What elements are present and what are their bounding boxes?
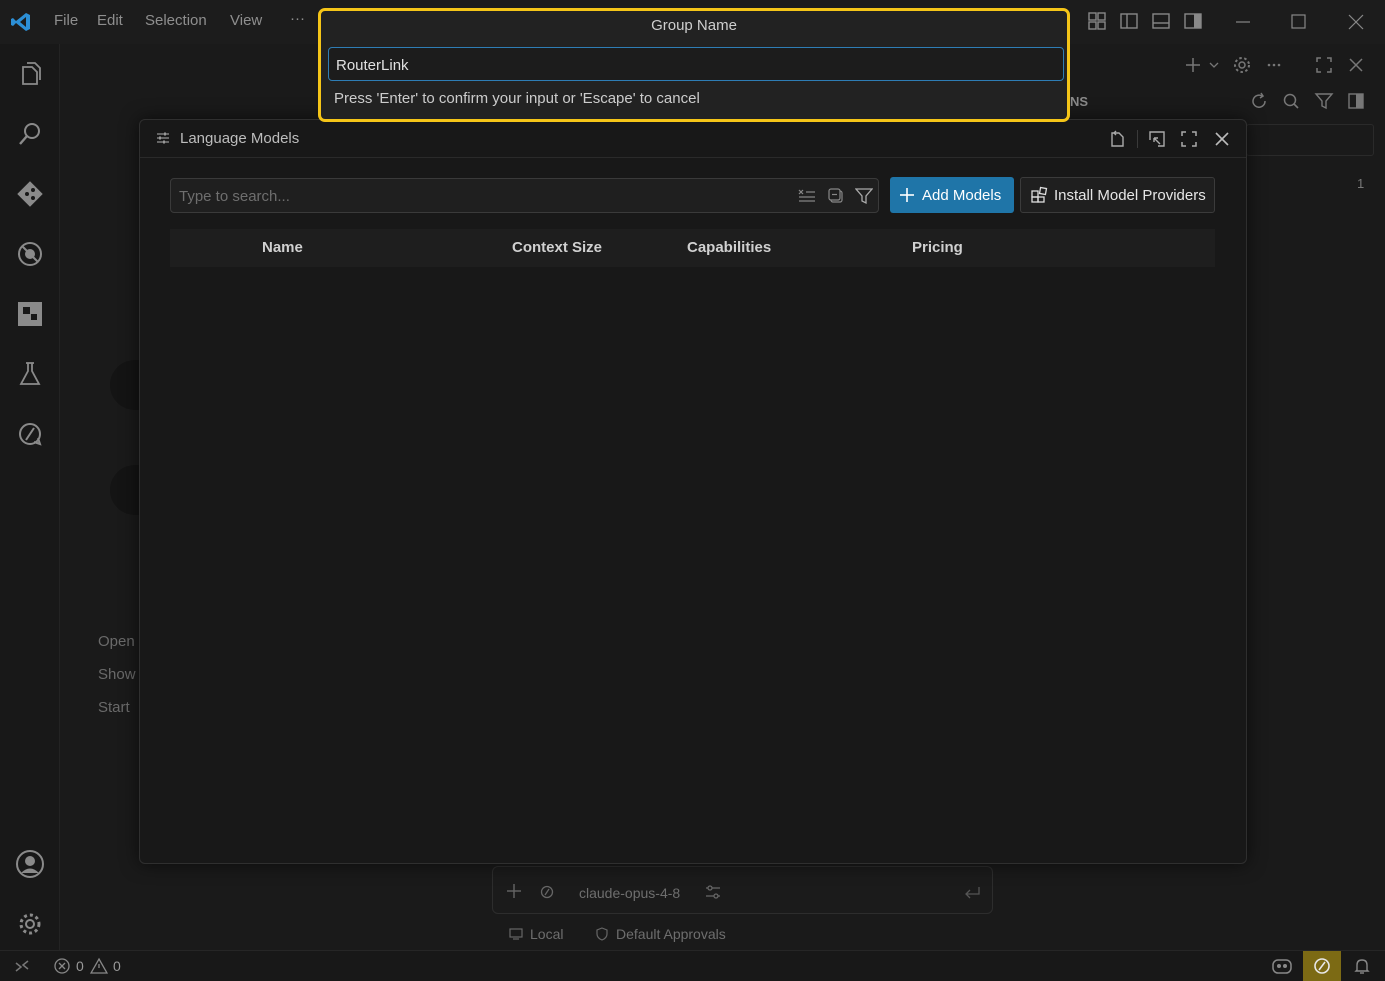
move-to-window-icon[interactable]: [1146, 128, 1168, 150]
column-capabilities[interactable]: Capabilities: [687, 239, 771, 256]
refresh-icon[interactable]: [1248, 90, 1270, 112]
models-table-header: Name Context Size Capabilities Pricing: [170, 229, 1215, 267]
maximize-icon[interactable]: [1289, 12, 1309, 32]
column-context-size[interactable]: Context Size: [512, 239, 602, 256]
toggle-secondary-sidebar-icon[interactable]: [1183, 11, 1203, 31]
toggle-panel-icon[interactable]: [1151, 11, 1171, 31]
panel-input-box[interactable]: [1246, 124, 1374, 156]
customize-layout-icon[interactable]: [1087, 11, 1107, 31]
search-icon[interactable]: [12, 116, 48, 152]
panel-title-fragment: NS: [1070, 94, 1089, 109]
manage-gear-icon[interactable]: [12, 906, 48, 942]
menu-file[interactable]: File: [54, 12, 78, 29]
send-icon[interactable]: [963, 884, 981, 900]
error-icon[interactable]: [53, 957, 71, 975]
copilot-icon[interactable]: [1271, 956, 1293, 976]
open-in-editor-icon[interactable]: [1106, 128, 1128, 150]
collapse-all-icon[interactable]: [825, 185, 847, 207]
menu-more[interactable]: ···: [290, 10, 305, 27]
agent-mode-icon[interactable]: [540, 885, 554, 899]
add-context-icon[interactable]: [506, 883, 522, 899]
account-icon[interactable]: [12, 846, 48, 882]
chat-input-box[interactable]: claude-opus-4-8: [492, 866, 993, 914]
settings-sliders-icon: [155, 130, 171, 146]
close-window-icon[interactable]: [1346, 12, 1366, 32]
menu-edit[interactable]: Edit: [97, 12, 123, 29]
toggle-primary-sidebar-icon[interactable]: [1119, 11, 1139, 31]
extensions-icon[interactable]: [12, 296, 48, 332]
run-debug-icon[interactable]: [12, 236, 48, 272]
vscode-logo-icon: [10, 11, 32, 33]
install-providers-label: Install Model Providers: [1054, 186, 1206, 204]
warning-count[interactable]: 0: [113, 958, 121, 974]
plus-icon: [900, 188, 914, 202]
model-picker-label[interactable]: claude-opus-4-8: [579, 885, 680, 901]
minimize-icon[interactable]: [1233, 12, 1253, 32]
model-search-input[interactable]: [179, 186, 779, 206]
status-bar: 0 0: [0, 950, 1385, 981]
group-name-quick-input: Group Name Press 'Enter' to confirm your…: [318, 8, 1070, 122]
error-count[interactable]: 0: [76, 958, 84, 974]
activity-bar: [0, 44, 60, 950]
menu-selection[interactable]: Selection: [145, 12, 207, 29]
approvals-label[interactable]: Default Approvals: [616, 926, 726, 942]
new-chat-icon[interactable]: [1182, 54, 1204, 76]
dialog-header: Language Models: [140, 120, 1246, 158]
more-actions-icon[interactable]: [1263, 54, 1285, 76]
extensions-icon: [1031, 186, 1048, 203]
source-control-icon[interactable]: [12, 176, 48, 212]
chat-icon[interactable]: [12, 416, 48, 452]
line-number: 1: [1357, 176, 1365, 191]
menu-view[interactable]: View: [230, 12, 262, 29]
header-divider: [1137, 130, 1138, 148]
filter-icon[interactable]: [853, 185, 875, 207]
install-model-providers-button[interactable]: Install Model Providers: [1020, 177, 1215, 213]
explorer-icon[interactable]: [12, 56, 48, 92]
quick-input-message: Press 'Enter' to confirm your input or '…: [334, 90, 700, 107]
close-dialog-icon[interactable]: [1211, 128, 1233, 150]
notifications-bell-icon[interactable]: [1352, 956, 1372, 976]
column-name[interactable]: Name: [262, 239, 303, 256]
maximize-dialog-icon[interactable]: [1178, 128, 1200, 150]
chat-status-icon[interactable]: [1303, 951, 1341, 981]
panel-toggle-icon[interactable]: [1345, 90, 1367, 112]
local-monitor-icon: [508, 926, 524, 942]
welcome-open-text: Open: [98, 633, 135, 650]
tools-icon[interactable]: [704, 884, 722, 900]
chevron-down-icon[interactable]: [1203, 54, 1225, 76]
quick-input-title: Group Name: [651, 17, 737, 34]
maximize-panel-icon[interactable]: [1313, 54, 1335, 76]
remote-icon[interactable]: [13, 957, 31, 975]
dialog-title: Language Models: [180, 130, 300, 147]
quick-input-box: [328, 47, 1064, 81]
panel-filter-icon[interactable]: [1313, 90, 1335, 112]
panel-search-icon[interactable]: [1280, 90, 1302, 112]
shield-icon: [594, 926, 610, 942]
testing-icon[interactable]: [12, 356, 48, 392]
language-models-dialog: Language Models Add Models Instal: [139, 119, 1247, 864]
welcome-start-text: Start: [98, 699, 130, 716]
add-models-button[interactable]: Add Models: [890, 177, 1014, 213]
close-panel-icon[interactable]: [1345, 54, 1367, 76]
column-pricing[interactable]: Pricing: [912, 239, 963, 256]
add-models-label: Add Models: [922, 186, 1002, 204]
group-name-input[interactable]: [336, 55, 1036, 75]
model-search-box: [170, 178, 879, 213]
welcome-show-text: Show: [98, 666, 136, 683]
settings-gear-icon[interactable]: [1231, 54, 1253, 76]
clear-filter-icon[interactable]: [796, 185, 818, 207]
local-label[interactable]: Local: [530, 926, 563, 942]
warning-icon[interactable]: [90, 957, 108, 975]
